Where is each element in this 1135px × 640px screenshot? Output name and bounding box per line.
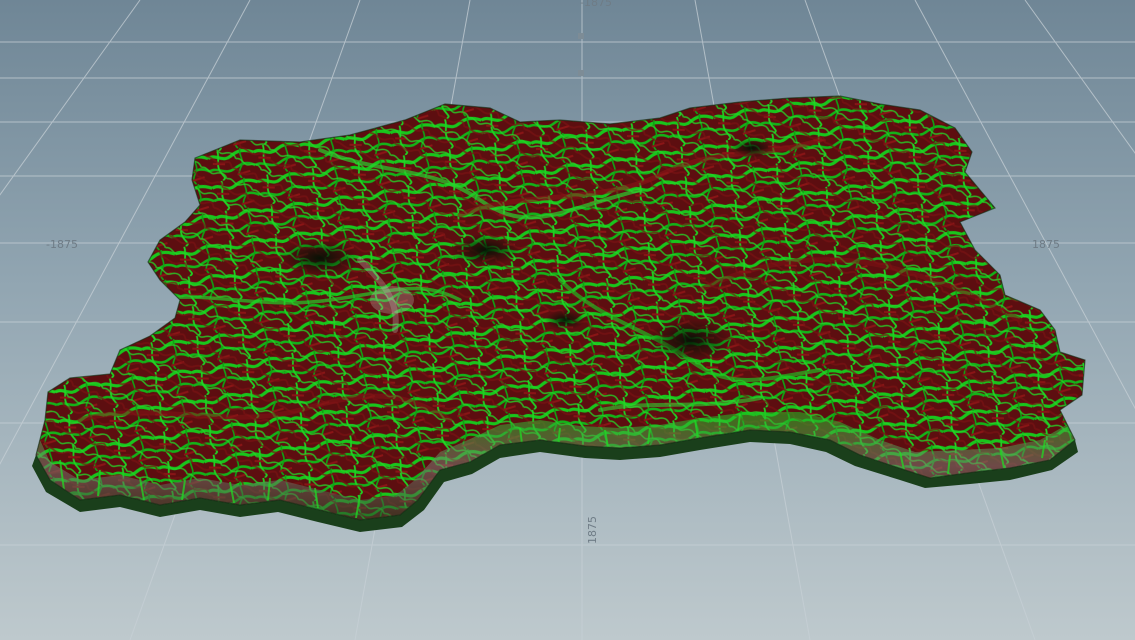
axis-marker [578,70,584,76]
grid-label-top: -1875 [580,0,612,9]
3d-viewport[interactable]: -1875 -1875 1875 1875 [0,0,1135,640]
terrain-valley [451,234,519,266]
viewport-scene[interactable]: -1875 -1875 1875 1875 [0,0,1135,640]
terrain-peak [370,286,414,314]
terrain-valley [545,310,585,330]
terrain-valley [280,240,360,276]
terrain-valley [730,138,774,158]
grid-label-left: -1875 [46,238,78,251]
grid-label-right: 1875 [1032,238,1060,251]
grid-label-center-bottom: 1875 [586,516,599,544]
terrain-valley [648,318,732,362]
axis-marker [578,33,584,39]
